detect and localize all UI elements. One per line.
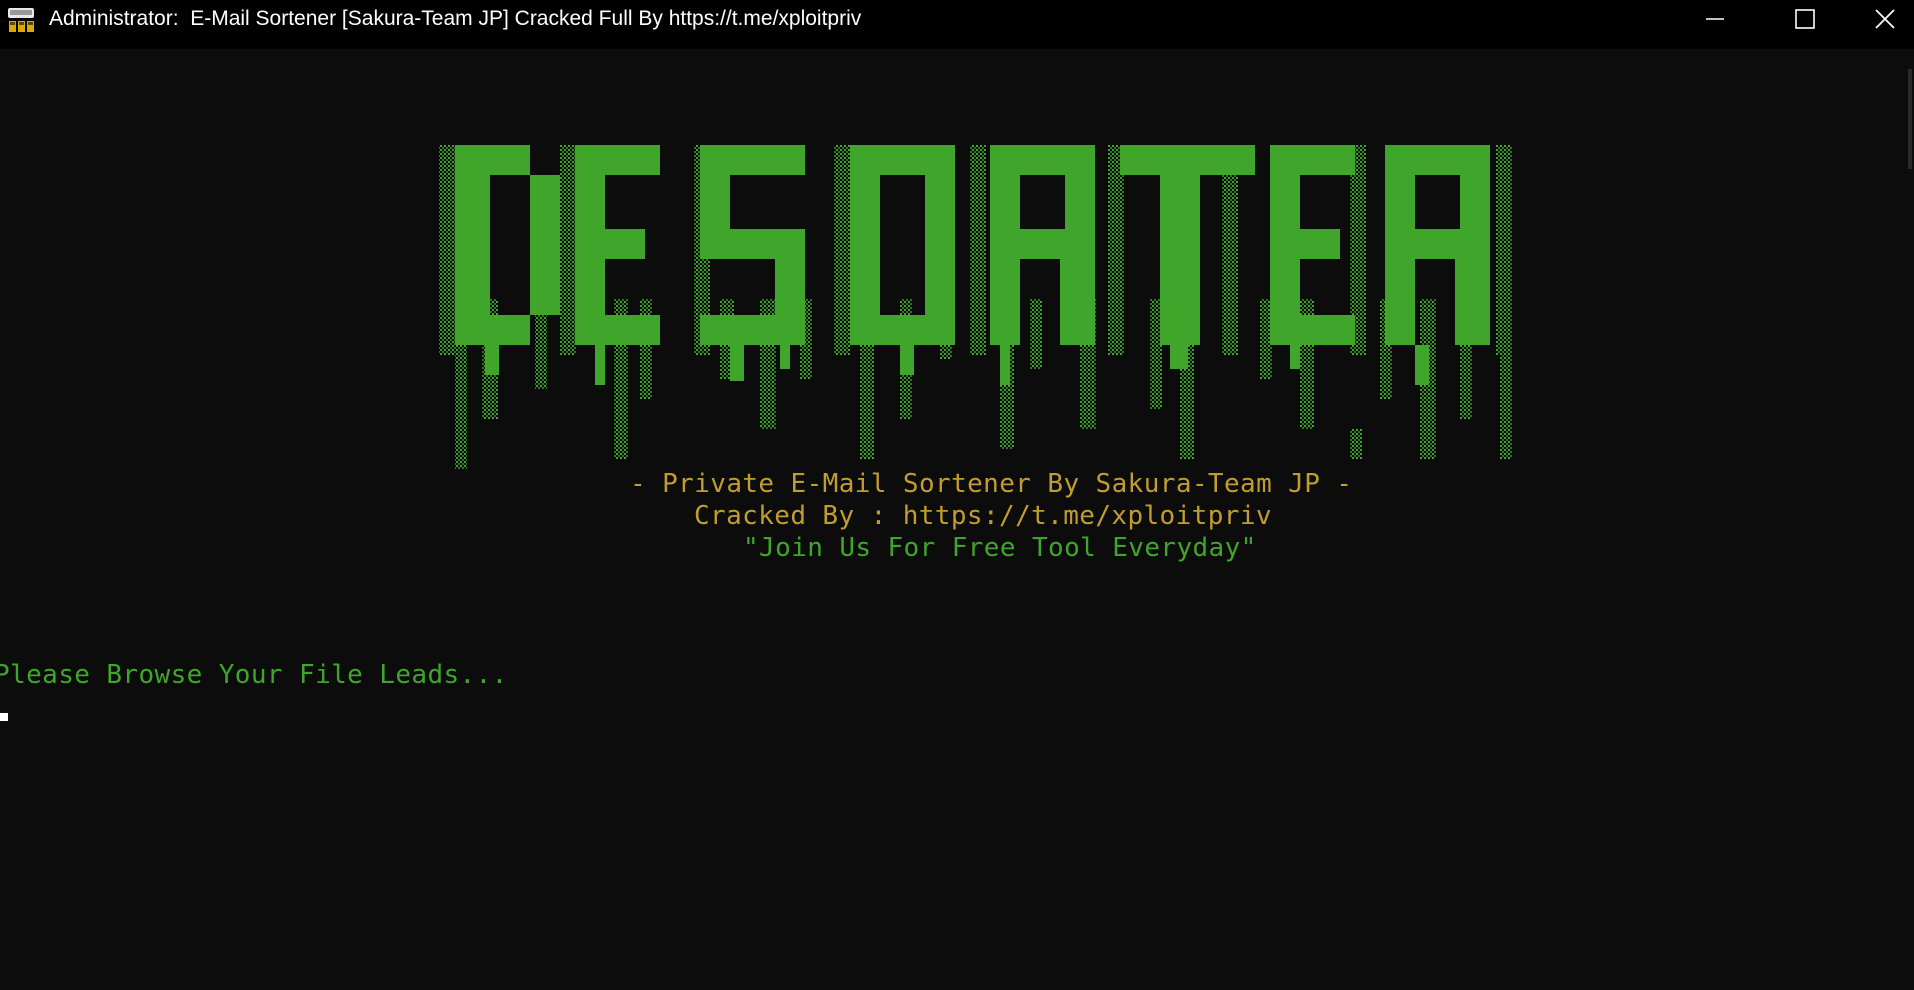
file-prompt: Please Browse Your File Leads... bbox=[0, 660, 508, 690]
close-button[interactable] bbox=[1855, 0, 1914, 38]
banner-credit: Cracked By : https://t.me/xploitpriv bbox=[694, 501, 1272, 531]
window-title: Administrator: E-Mail Sortener [Sakura-T… bbox=[49, 7, 862, 30]
minimize-button[interactable] bbox=[1675, 0, 1755, 38]
title-bar[interactable]: Administrator: E-Mail Sortener [Sakura-T… bbox=[0, 0, 1914, 49]
console-output[interactable]: - Private E-Mail Sortener By Sakura-Team… bbox=[0, 49, 1906, 990]
banner-tagline: "Join Us For Free Tool Everyday" bbox=[743, 533, 1257, 563]
scrollbar-thumb[interactable] bbox=[1908, 69, 1912, 169]
desorter-banner-logo bbox=[439, 145, 1512, 469]
banner-subtitle: - Private E-Mail Sortener By Sakura-Team… bbox=[630, 469, 1353, 499]
vertical-scrollbar[interactable] bbox=[1906, 49, 1914, 990]
text-cursor[interactable] bbox=[0, 713, 8, 721]
close-icon bbox=[1874, 9, 1895, 29]
maximize-button[interactable] bbox=[1765, 0, 1845, 38]
maximize-icon bbox=[1795, 9, 1815, 29]
console-window: Administrator: E-Mail Sortener [Sakura-T… bbox=[0, 0, 1914, 990]
console-app-icon bbox=[8, 8, 34, 32]
minimize-icon bbox=[1706, 18, 1724, 20]
